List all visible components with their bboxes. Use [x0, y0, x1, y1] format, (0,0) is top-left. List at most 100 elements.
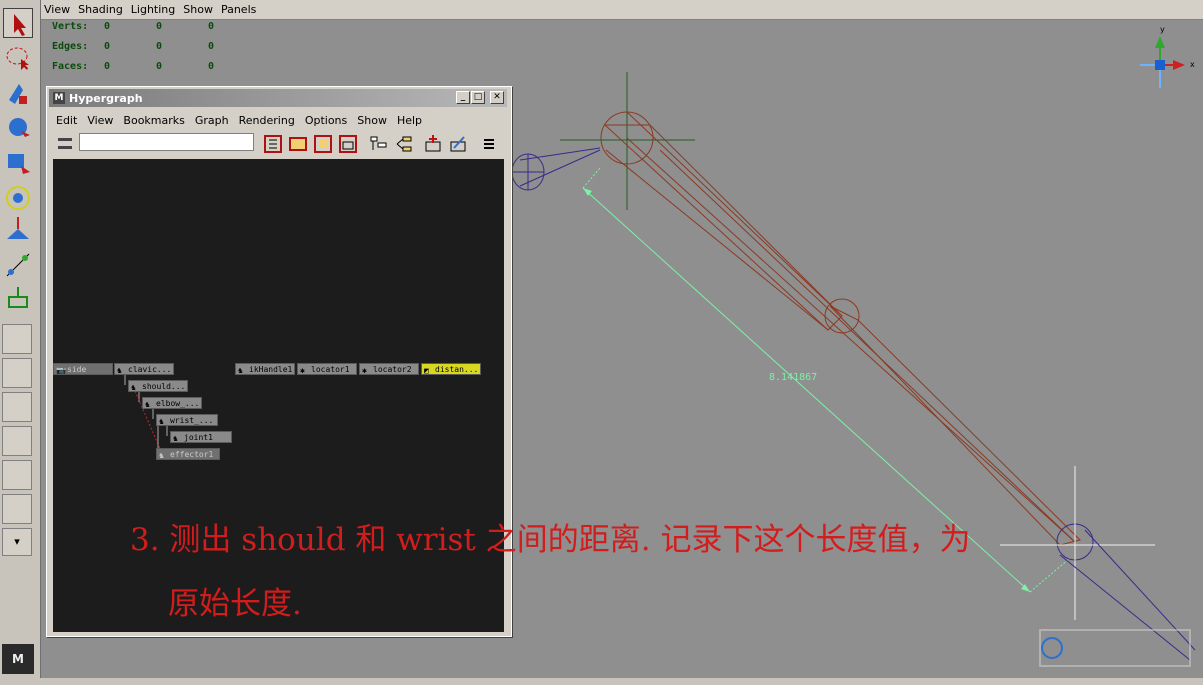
- hypershade-layout-icon[interactable]: [2, 460, 32, 490]
- hypergraph-search-input[interactable]: [79, 133, 254, 151]
- poly-count-hud: Verts: 0 0 0 Edges: 0 0 0 Faces: 0 0 0: [52, 21, 260, 81]
- node-ikhandle1[interactable]: ♞ ikHandle1: [235, 363, 295, 375]
- scene-hierarchy-icon[interactable]: [263, 134, 283, 154]
- menu-shading[interactable]: Shading: [74, 0, 127, 16]
- hud-label: Faces:: [52, 61, 89, 72]
- hud-value: 0: [156, 41, 163, 52]
- edit-bookmark-icon[interactable]: [448, 134, 468, 154]
- menu-panels[interactable]: Panels: [217, 0, 260, 16]
- four-pane-layout-icon[interactable]: [2, 358, 32, 388]
- joint-icon: ♞: [117, 366, 122, 375]
- collapse-icon[interactable]: [288, 134, 308, 154]
- hud-value: 0: [208, 41, 215, 52]
- time-slider[interactable]: [0, 678, 1203, 685]
- hypergraph-menu-options[interactable]: Options: [300, 112, 352, 129]
- expand-icon[interactable]: [313, 134, 333, 154]
- menu-show[interactable]: Show: [179, 0, 217, 16]
- scale-tool-icon[interactable]: [3, 183, 33, 213]
- hud-label: Edges:: [52, 41, 89, 52]
- node-elbow[interactable]: ♞ elbow_...: [142, 397, 202, 409]
- node-clavicle[interactable]: ♞ clavic...: [114, 363, 174, 375]
- locator-icon: ✱: [362, 366, 367, 375]
- ik-handle-icon: ♞: [238, 366, 243, 375]
- hud-row: Faces: 0 0 0: [52, 61, 260, 81]
- distance-icon: ◩: [424, 366, 429, 375]
- show-manipulator-icon[interactable]: [3, 283, 33, 313]
- hud-value: 0: [104, 61, 111, 72]
- graph-layout-icon[interactable]: [2, 426, 32, 456]
- frame-icon[interactable]: [338, 134, 358, 154]
- hypergraph-menu-edit[interactable]: Edit: [51, 112, 82, 129]
- node-distance[interactable]: ◩ distan...: [421, 363, 481, 375]
- add-bookmark-icon[interactable]: [423, 134, 443, 154]
- joint-icon: ♞: [145, 400, 150, 409]
- hud-value: 0: [104, 21, 111, 32]
- distance-value: 8.141867: [769, 372, 818, 383]
- hud-row: Edges: 0 0 0: [52, 41, 260, 61]
- select-tool-icon[interactable]: [3, 8, 33, 38]
- script-layout-icon[interactable]: [2, 494, 32, 524]
- node-joint1[interactable]: ♞ joint1: [170, 431, 232, 443]
- toolbox: ▾: [0, 0, 41, 685]
- axis-x-label: x: [1190, 60, 1195, 69]
- effector-icon: ♞: [159, 451, 164, 460]
- menu-lighting[interactable]: Lighting: [127, 0, 179, 16]
- single-pane-layout-icon[interactable]: [2, 324, 32, 354]
- annotation-line-2: 原始长度.: [168, 586, 302, 622]
- dependency-view-icon[interactable]: [394, 134, 414, 154]
- axis-gizmo-center: [1155, 60, 1165, 70]
- watermark-logo: [1030, 624, 1200, 674]
- maximize-button[interactable]: □: [471, 91, 485, 104]
- node-side[interactable]: 📷 side: [53, 363, 113, 375]
- minimize-button[interactable]: _: [456, 91, 470, 104]
- close-button[interactable]: ✕: [490, 91, 504, 104]
- maya-window-icon: M: [53, 92, 65, 104]
- manipulator-tool-icon[interactable]: [3, 215, 33, 245]
- hud-value: 0: [104, 41, 111, 52]
- menu-view[interactable]: View: [40, 0, 74, 16]
- node-locator1[interactable]: ✱ locator1: [297, 363, 357, 375]
- hud-value: 0: [156, 21, 163, 32]
- distance-locator-link-2: [1029, 557, 1071, 593]
- hypergraph-menu-graph[interactable]: Graph: [190, 112, 234, 129]
- hud-value: 0: [208, 21, 215, 32]
- hypergraph-menu-bookmarks[interactable]: Bookmarks: [118, 112, 189, 129]
- joint-icon: ♞: [131, 383, 136, 392]
- hierarchy-view-icon[interactable]: [369, 134, 389, 154]
- node-shoulder[interactable]: ♞ should...: [128, 380, 188, 392]
- layout-dropdown-icon[interactable]: ▾: [2, 528, 32, 556]
- outliner-layout-icon[interactable]: [2, 392, 32, 422]
- axis-y-label: y: [1160, 25, 1165, 34]
- distance-locator-link-1: [582, 167, 601, 189]
- forearm-bone: [829, 305, 1081, 546]
- annotation-line-1: 3. 测出 should 和 wrist 之间的距离. 记录下这个长度值，为: [130, 522, 971, 558]
- hypergraph-connections: [124, 375, 168, 452]
- hypergraph-menu-rendering[interactable]: Rendering: [234, 112, 300, 129]
- hypergraph-menu-view[interactable]: View: [82, 112, 118, 129]
- hypergraph-titlebar[interactable]: M Hypergraph _ □ ✕: [49, 89, 507, 107]
- hud-row: Verts: 0 0 0: [52, 21, 260, 41]
- hud-value: 0: [156, 61, 163, 72]
- hud-value: 0: [208, 61, 215, 72]
- camera-icon: 📷: [56, 366, 66, 375]
- hypergraph-menubar: Edit View Bookmarks Graph Rendering Options Sh…: [51, 112, 507, 128]
- node-wrist[interactable]: ♞ wrist_...: [156, 414, 218, 426]
- toolbar-toggle-icon[interactable]: [55, 134, 75, 154]
- options-list-icon[interactable]: [479, 134, 499, 154]
- hypergraph-toolbar: [51, 131, 507, 157]
- panel-menubar: View Shading Lighting Show Panels: [40, 0, 1203, 20]
- rotate-tool-icon[interactable]: [3, 148, 33, 178]
- soft-modification-icon[interactable]: [3, 250, 33, 280]
- hypergraph-menu-help[interactable]: Help: [392, 112, 427, 129]
- maya-logo: M: [2, 644, 34, 674]
- hypergraph-menu-show[interactable]: Show: [352, 112, 392, 129]
- lasso-tool-icon[interactable]: [3, 43, 33, 73]
- node-effector1[interactable]: ♞ effector1: [156, 448, 220, 460]
- hud-label: Verts:: [52, 21, 89, 32]
- hypergraph-canvas[interactable]: 📷 side ♞ clavic... ♞ should... ♞ elbow_... ♞…: [53, 159, 504, 632]
- node-locator2[interactable]: ✱ locator2: [359, 363, 419, 375]
- joint-icon: ♞: [173, 434, 178, 443]
- paint-select-tool-icon[interactable]: [3, 78, 33, 108]
- move-tool-icon[interactable]: [3, 113, 33, 143]
- hypergraph-title: Hypergraph: [69, 92, 143, 105]
